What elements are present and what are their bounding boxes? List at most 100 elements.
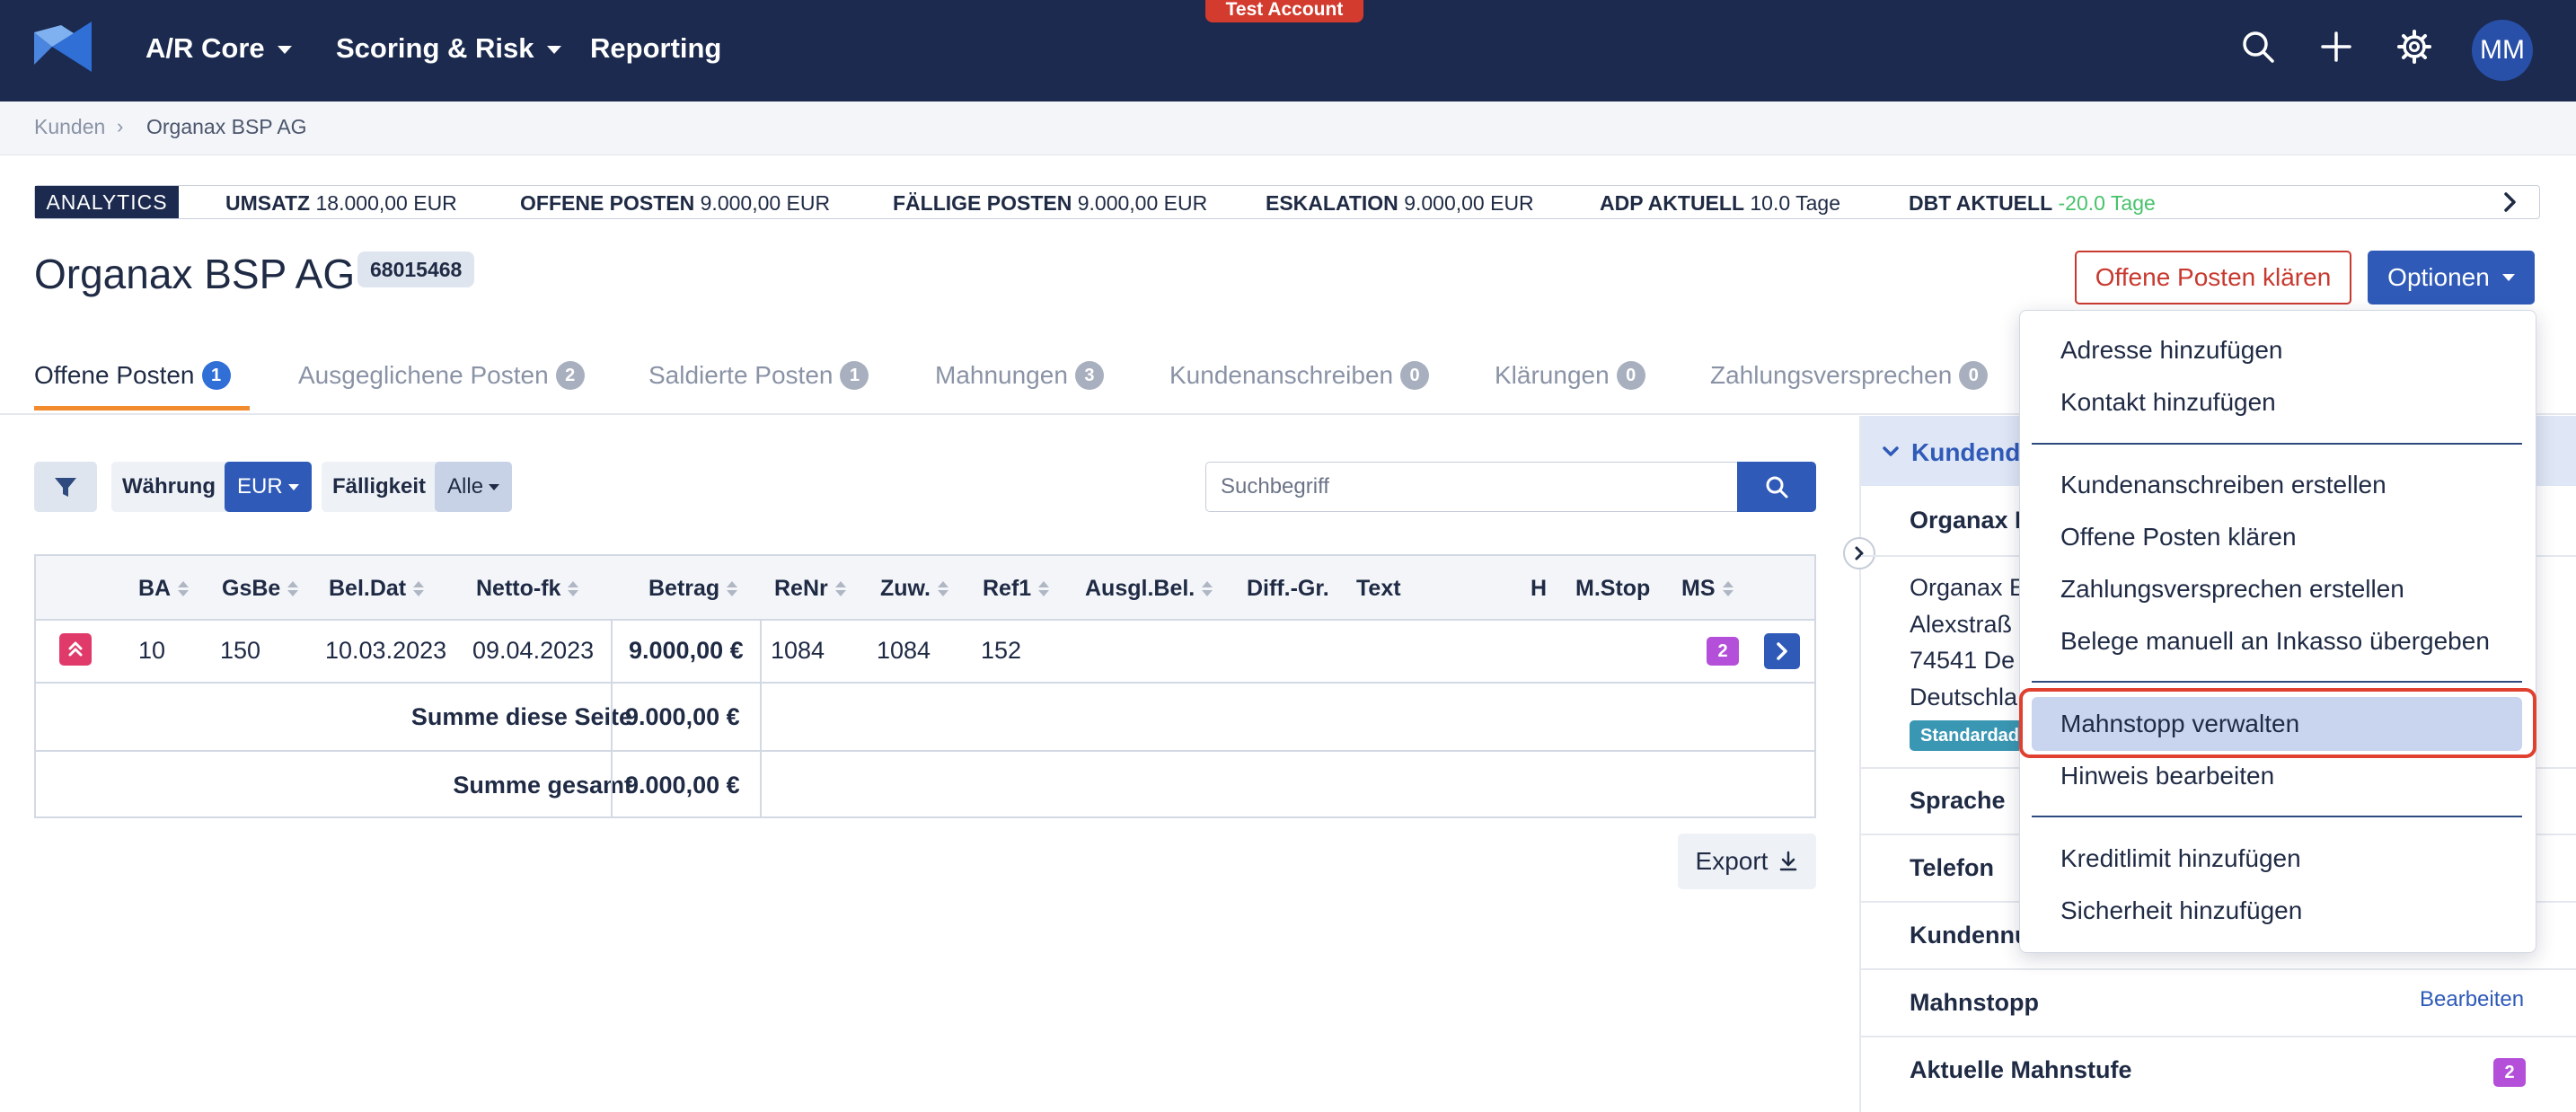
tab-count-badge: 3 [1074,361,1104,390]
due-select[interactable]: Alle [435,462,513,512]
tab-kundenanschreiben[interactable]: Kundenanschreiben 0 [1169,361,1430,390]
due-filter: Fälligkeit Alle [322,462,513,512]
column-header-zuw[interactable]: Zuw. [880,576,949,602]
table-row[interactable]: 10 150 10.03.2023 09.04.2023 9.000,00 € … [36,621,1814,684]
cell-zuw: 1084 [877,637,931,664]
sort-icon [413,581,425,596]
column-header-ba[interactable]: BA [138,576,190,602]
tab-count-badge: 1 [201,361,231,390]
sum-total-value: 9.000,00 € [625,772,740,799]
column-divider [611,621,613,818]
optionen-label: Optionen [2387,263,2490,291]
column-header-ref1[interactable]: Ref1 [983,576,1050,602]
currency-select[interactable]: EUR [224,462,312,512]
sum-page-value: 9.000,00 € [625,703,740,730]
sum-total-row: Summe gesamt 9.000,00 € [36,752,1814,818]
row-open-button[interactable] [1764,633,1800,669]
column-header-beldat[interactable]: Bel.Dat [329,576,425,602]
chevron-right-icon [1855,546,1864,560]
tab-count-badge: 1 [840,361,869,390]
menu-item-offene-posten-klaeren[interactable]: Offene Posten klären [2060,523,2297,552]
nav-ar-core-label: A/R Core [146,32,265,64]
analytics-eskalation: ESKALATION 9.000,00 EUR [1266,191,1534,215]
column-header-netto-fk[interactable]: Netto-fk [476,576,579,602]
sort-icon [1202,581,1213,596]
nav-ar-core[interactable]: A/R Core [146,32,292,65]
breadcrumb-kunden[interactable]: Kunden [34,115,105,139]
cell-netto-fk: 09.04.2023 [472,637,595,664]
column-header-ms[interactable]: MS [1681,576,1734,602]
panel-label-telefon: Telefon [1910,854,1994,881]
tab-zahlungsversprechen[interactable]: Zahlungsversprechen 0 [1710,361,1989,390]
optionen-button[interactable]: Optionen [2368,251,2535,304]
tab-count-badge: 0 [1400,361,1430,390]
customer-name: Organax E [1910,507,2032,534]
plus-icon[interactable] [2315,25,2358,68]
menu-item-kundenanschreiben-erstellen[interactable]: Kundenanschreiben erstellen [2060,471,2386,499]
menu-item-zahlungsversprechen-erstellen[interactable]: Zahlungsversprechen erstellen [2060,575,2404,604]
tab-mahnungen[interactable]: Mahnungen 3 [935,361,1104,390]
download-icon [1780,851,1797,871]
address-line-2: Alexstraß [1910,611,2013,638]
menu-item-kontakt-hinzufuegen[interactable]: Kontakt hinzufügen [2060,388,2276,417]
column-header-text: Text [1356,576,1401,601]
export-button[interactable]: Export [1678,834,1816,889]
menu-item-mahnstopp-verwalten[interactable]: Mahnstopp verwalten [2060,710,2299,738]
gear-icon[interactable] [2393,25,2436,68]
search-button[interactable] [1737,462,1816,512]
customer-id-badge: 68015468 [357,252,475,287]
chevron-down-icon [287,483,299,490]
open-items-table: BA GsBe Bel.Dat Netto-fk Betrag ReNr Zuw… [34,554,1816,818]
menu-item-belege-inkasso[interactable]: Belege manuell an Inkasso übergeben [2060,627,2490,656]
address-line-4: Deutschla [1910,684,2018,710]
divider [1861,968,2576,970]
tab-count-badge: 0 [1959,361,1989,390]
export-label: Export [1695,847,1769,875]
mahnstufe-badge: 2 [1707,637,1739,666]
cell-betrag: 9.000,00 € [629,637,744,664]
column-header-diff-gr: Diff.-Gr. [1247,576,1329,601]
search-input[interactable] [1205,462,1739,512]
chevron-right-icon: › [117,115,124,137]
analytics-offene-posten: OFFENE POSTEN 9.000,00 EUR [520,191,831,215]
app-logo[interactable] [34,22,92,72]
sort-icon [287,581,299,596]
user-avatar[interactable]: MM [2472,20,2533,81]
tab-klaerungen[interactable]: Klärungen 0 [1495,361,1645,390]
menu-item-sicherheit-hinzufuegen[interactable]: Sicherheit hinzufügen [2060,896,2302,925]
nav-reporting[interactable]: Reporting [590,32,721,65]
offene-posten-klaeren-button[interactable]: Offene Posten klären [2075,251,2351,304]
chevron-right-icon [1777,642,1787,660]
nav-scoring-risk[interactable]: Scoring & Risk [336,32,561,65]
column-header-renr[interactable]: ReNr [774,576,846,602]
mahnstopp-edit-link[interactable]: Bearbeiten [2420,987,2524,1012]
panel-divider [1859,416,1861,1112]
tab-count-badge: 2 [555,361,585,390]
tab-offene-posten[interactable]: Offene Posten 1 [34,361,231,390]
column-header-mstop: M.Stop [1575,576,1651,601]
currency-filter-label: Währung [122,474,216,499]
menu-item-adresse-hinzufuegen[interactable]: Adresse hinzufügen [2060,336,2283,365]
analytics-dbt: DBT AKTUELL -20.0 Tage [1909,191,2156,215]
chevron-down-icon [546,45,561,54]
mahnstufe-badge: 2 [2493,1058,2526,1087]
sum-page-row: Summe diese Seite 9.000,00 € [36,684,1814,752]
due-filter-label: Fälligkeit [332,474,427,499]
menu-item-kreditlimit-hinzufuegen[interactable]: Kreditlimit hinzufügen [2060,844,2301,873]
search-icon [1766,476,1788,499]
menu-divider [2032,443,2522,445]
cell-beldat: 10.03.2023 [325,637,447,664]
tab-saldierte-posten[interactable]: Saldierte Posten 1 [648,361,869,390]
filter-button[interactable] [34,462,97,512]
menu-item-hinweis-bearbeiten[interactable]: Hinweis bearbeiten [2060,762,2274,790]
column-header-gsbe[interactable]: GsBe [222,576,299,602]
table-header: BA GsBe Bel.Dat Netto-fk Betrag ReNr Zuw… [36,556,1814,621]
column-header-ausgl-bel[interactable]: Ausgl.Bel. [1085,576,1213,602]
collapse-panel-button[interactable] [1843,537,1875,569]
sort-icon [1722,581,1734,596]
search-icon[interactable] [2236,25,2280,68]
tab-ausgeglichene-posten[interactable]: Ausgeglichene Posten 2 [298,361,585,390]
column-header-betrag[interactable]: Betrag [648,576,738,602]
chevron-right-icon[interactable] [2487,188,2532,216]
column-divider [760,621,762,818]
